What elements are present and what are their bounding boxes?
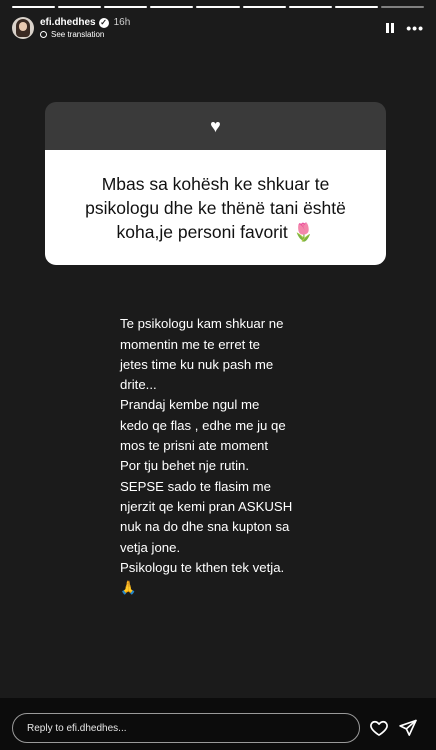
more-icon[interactable]: ••• [406, 21, 424, 35]
progress-segment [150, 6, 194, 8]
story-progress-bar [12, 6, 424, 8]
answer-text: Te psikologu kam shkuar ne momentin me t… [120, 316, 293, 575]
progress-segment [196, 6, 240, 8]
progress-segment [380, 6, 424, 8]
send-icon[interactable] [398, 718, 418, 738]
heart-icon: ♥ [210, 115, 221, 136]
story-time: 16h [113, 17, 131, 28]
avatar[interactable] [12, 17, 34, 39]
answer-text-block: Te psikologu kam shkuar ne momentin me t… [120, 294, 360, 619]
question-sticker: ♥ Mbas sa kohësh ke shkuar te psikologu … [45, 102, 386, 265]
globe-icon [40, 31, 47, 38]
heart-outline-icon[interactable] [369, 718, 389, 738]
tulip-emoji: 🌷 [292, 221, 315, 242]
story-frame: efi.dhedhes ✓ 16h See translation ••• ♥ … [0, 0, 436, 750]
progress-segment [104, 6, 148, 8]
progress-segment [288, 6, 332, 8]
question-sticker-header: ♥ [45, 102, 386, 150]
story-header: efi.dhedhes ✓ 16h See translation ••• [12, 14, 424, 42]
username-link[interactable]: efi.dhedhes [40, 17, 96, 28]
verified-badge-icon: ✓ [98, 17, 109, 28]
progress-segment [242, 6, 286, 8]
user-info: efi.dhedhes ✓ 16h See translation [40, 17, 130, 39]
progress-segment [58, 6, 102, 8]
reply-input[interactable] [12, 713, 360, 743]
praying-hands-emoji: 🙏 [120, 580, 137, 596]
pause-icon[interactable] [386, 23, 395, 33]
progress-segment [334, 6, 378, 8]
progress-segment [12, 6, 56, 8]
see-translation-link[interactable]: See translation [51, 30, 104, 39]
question-sticker-body: Mbas sa kohësh ke shkuar te psikologu dh… [45, 150, 386, 265]
